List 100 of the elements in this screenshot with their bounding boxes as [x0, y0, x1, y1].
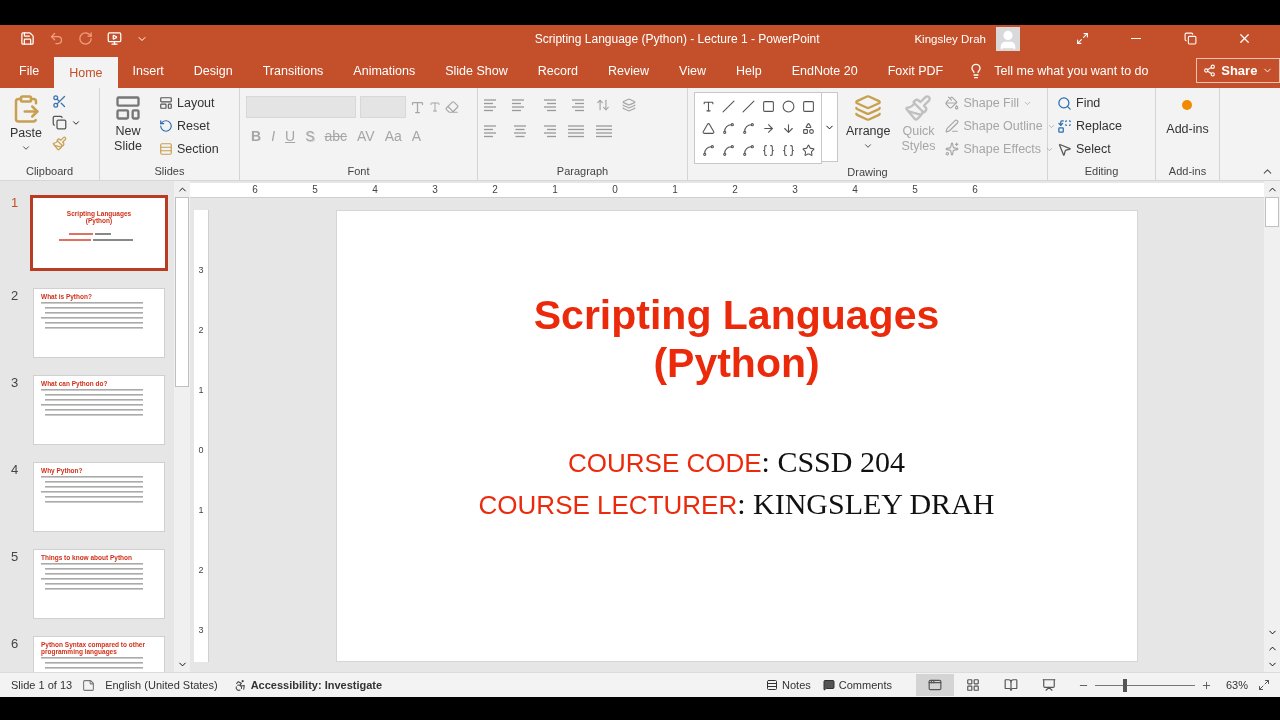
slide-number: 3 — [10, 375, 20, 391]
accessibility-status[interactable]: Accessibility: Investigate — [250, 679, 383, 691]
curve-icon[interactable] — [701, 143, 715, 157]
normal-view-icon — [927, 678, 942, 692]
paste-button[interactable]: Paste — [6, 92, 46, 155]
ruler-number: 3 — [197, 624, 205, 637]
right-arrow-icon[interactable] — [761, 121, 775, 135]
down-arrow-icon[interactable] — [781, 121, 795, 135]
course-value: : CSSD 204 — [761, 445, 905, 479]
ribbon-tab[interactable]: Slide Show — [430, 56, 523, 86]
accessibility-icon[interactable] — [233, 678, 247, 692]
copy-icon[interactable] — [51, 115, 67, 130]
zoom-slider-thumb[interactable] — [1122, 678, 1127, 692]
oval-icon[interactable] — [781, 99, 795, 113]
ruler-number: 6 — [971, 183, 979, 197]
tell-me-field[interactable]: Tell me what you want to do — [992, 63, 1197, 79]
ruler-number: 0 — [197, 444, 205, 457]
view-button[interactable] — [915, 674, 954, 696]
group-label: Add-ins — [1167, 164, 1208, 179]
justify-icon[interactable] — [568, 124, 584, 138]
line-icon[interactable] — [741, 99, 755, 113]
slide-number: 1 — [10, 195, 20, 211]
ribbon-tab[interactable]: EndNote 20 — [776, 56, 873, 86]
share-button[interactable]: Share — [1196, 58, 1280, 83]
ruler-number: 2 — [197, 324, 205, 337]
ruler-number: 5 — [911, 183, 919, 197]
scissors-icon[interactable] — [51, 94, 67, 109]
comments-button[interactable]: Comments — [816, 679, 898, 691]
group-label: Drawing — [846, 165, 889, 180]
paintbrush-icon — [904, 94, 933, 122]
arrange-button[interactable]: Arrange — [842, 92, 895, 153]
ribbon-tab[interactable]: Home — [54, 57, 118, 88]
text-box-icon[interactable] — [701, 99, 715, 113]
zoom-level[interactable]: 63% — [1225, 679, 1248, 691]
add-ins-button[interactable]: Add-ins — [1162, 92, 1213, 139]
ribbon-tab[interactable]: Insert — [117, 56, 179, 86]
notes-button[interactable]: Notes — [760, 679, 817, 691]
group-label: Paragraph — [555, 164, 610, 179]
presentation-icon[interactable] — [107, 31, 122, 46]
slide-layout-icon — [114, 94, 142, 122]
course-label: COURSE LECTURER — [478, 490, 738, 521]
caret-icon — [863, 141, 874, 151]
layers-icon — [854, 94, 883, 122]
curve-icon[interactable] — [741, 143, 755, 157]
ribbon-tab[interactable]: Transitions — [247, 56, 339, 86]
brace-icon[interactable] — [761, 143, 775, 157]
ruler-number: 2 — [197, 564, 205, 577]
course-label: COURSE CODE — [568, 448, 762, 479]
ruler-number: 1 — [671, 183, 679, 197]
shapes-icon[interactable] — [801, 121, 815, 135]
search-icon — [1057, 95, 1072, 111]
ribbon-tab[interactable]: View — [664, 56, 721, 86]
undo-icon[interactable] — [49, 31, 64, 46]
ribbon-tab[interactable]: File — [4, 56, 55, 86]
course-value: : KINGSLEY DRAH — [737, 487, 995, 521]
section-icon — [159, 142, 173, 156]
rectangle-icon[interactable] — [761, 99, 775, 113]
scrollbar-thumb[interactable] — [1265, 197, 1279, 227]
ribbon-tab[interactable]: Design — [178, 56, 248, 86]
fit-to-window-icon[interactable] — [1258, 679, 1270, 691]
ruler-number: 1 — [551, 183, 559, 197]
ruler-number: 2 — [731, 183, 739, 197]
ribbon-tab[interactable]: Foxit PDF — [872, 56, 959, 86]
curve-icon[interactable] — [721, 121, 735, 135]
line-icon[interactable] — [721, 99, 735, 113]
slide-number: 2 — [10, 288, 20, 304]
slide-number: 6 — [10, 636, 20, 652]
slides-command[interactable]: Layout — [156, 92, 222, 114]
ruler-number: 0 — [611, 183, 619, 197]
slides-command[interactable]: Section — [156, 138, 222, 160]
slides-command[interactable]: Reset — [156, 115, 222, 137]
zoom-in-icon[interactable] — [1200, 679, 1212, 691]
ribbon-tab[interactable]: Review — [593, 56, 665, 86]
curve-icon[interactable] — [721, 143, 735, 157]
book-icon — [1003, 678, 1018, 692]
font-size-field[interactable] — [360, 96, 406, 118]
align-center-icon[interactable] — [512, 124, 528, 138]
font-name-field[interactable] — [246, 96, 356, 118]
ribbon-tab[interactable]: Help — [720, 56, 777, 86]
minimize-icon — [1131, 38, 1141, 39]
avatar[interactable] — [996, 26, 1020, 51]
layout-icon — [159, 96, 173, 110]
curve-icon[interactable] — [741, 121, 755, 135]
redo-icon[interactable] — [78, 31, 93, 46]
new-slide-button[interactable]: New Slide — [106, 92, 150, 156]
language-label[interactable]: English (United States) — [105, 679, 218, 691]
star-icon[interactable] — [801, 143, 815, 157]
brace-icon[interactable] — [781, 143, 795, 157]
shapes-gallery[interactable] — [694, 92, 822, 164]
save-icon[interactable] — [20, 31, 35, 46]
ribbon-tab[interactable]: Record — [522, 56, 594, 86]
ruler-number: 4 — [371, 183, 379, 197]
ruler-number: 2 — [491, 183, 499, 197]
columns-icon[interactable] — [596, 124, 612, 138]
ribbon-tab[interactable]: Animations — [338, 56, 431, 86]
ruler-number: 5 — [311, 183, 319, 197]
rounded-rectangle-icon[interactable] — [801, 99, 815, 113]
triangle-icon[interactable] — [701, 121, 715, 135]
scrollbar-thumb[interactable] — [175, 197, 189, 387]
reset-icon — [159, 119, 173, 133]
